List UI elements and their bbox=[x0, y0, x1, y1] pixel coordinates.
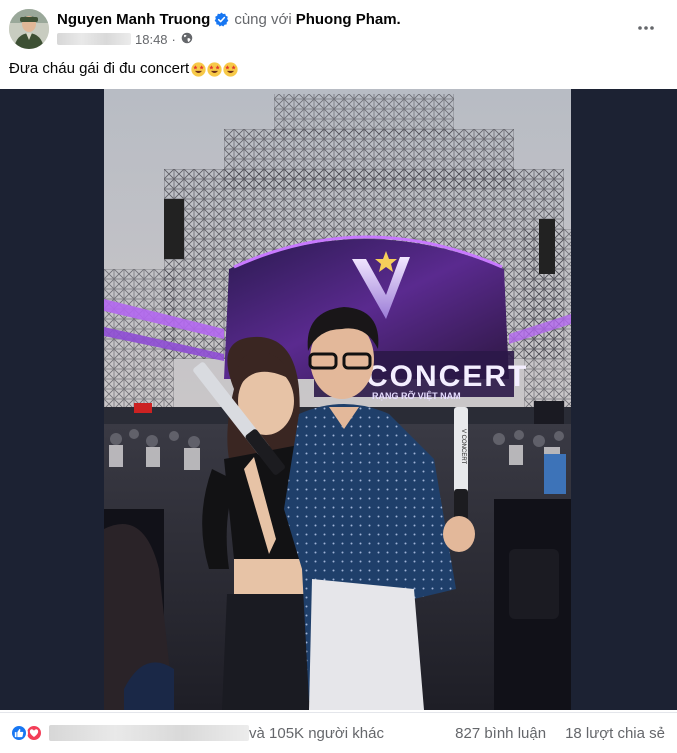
shares-count[interactable]: 18 lượt chia sẻ bbox=[565, 725, 665, 742]
comments-count[interactable]: 827 bình luận bbox=[455, 725, 546, 742]
with-text: cùng với bbox=[234, 10, 292, 28]
author-name[interactable]: Nguyen Manh Truong bbox=[57, 11, 210, 28]
like-reaction-icon bbox=[10, 724, 28, 742]
post-header: Nguyen Manh Truong cùng với Phuong Pham.… bbox=[0, 0, 677, 56]
more-dots-icon bbox=[638, 26, 654, 30]
caption-text: Đưa cháu gái đi đu concert bbox=[9, 60, 190, 77]
tagged-person-name[interactable]: Phuong Pham. bbox=[296, 11, 401, 28]
post-footer: và 105K người khác 827 bình luận 18 lượt… bbox=[0, 712, 677, 753]
star-struck-emoji-icon bbox=[207, 61, 222, 77]
concert-photo[interactable]: V CONCERT RẠNG RỠ VIỆT NAM bbox=[104, 89, 571, 710]
more-options-button[interactable] bbox=[635, 18, 657, 38]
author-avatar[interactable] bbox=[9, 9, 49, 49]
facebook-post: Nguyen Manh Truong cùng với Phuong Pham.… bbox=[0, 0, 677, 753]
blurred-date bbox=[57, 33, 131, 45]
post-media[interactable]: V CONCERT RẠNG RỠ VIỆT NAM bbox=[0, 89, 677, 710]
author-line: Nguyen Manh Truong cùng với Phuong Pham. bbox=[57, 10, 401, 28]
post-caption: Đưa cháu gái đi đu concert bbox=[9, 58, 238, 80]
meta-separator: · bbox=[171, 31, 176, 47]
stage-subtext: RẠNG RỠ VIỆT NAM bbox=[372, 390, 461, 401]
blurred-reactor-names bbox=[49, 725, 249, 741]
reaction-summary[interactable]: và 105K người khác bbox=[10, 724, 384, 742]
star-struck-emoji-icon bbox=[223, 61, 238, 77]
post-meta: 18:48 · bbox=[57, 31, 193, 47]
engagement-counts: 827 bình luận 18 lượt chia sẻ bbox=[455, 725, 665, 742]
post-time[interactable]: 18:48 bbox=[135, 32, 168, 47]
star-struck-emoji-icon bbox=[191, 61, 206, 77]
caption-emojis bbox=[190, 61, 238, 77]
lightstick-text: V CONCERT bbox=[460, 429, 466, 465]
reaction-count[interactable]: và 105K người khác bbox=[249, 725, 384, 742]
globe-icon bbox=[180, 32, 193, 47]
stage-concert-text: CONCERT bbox=[366, 360, 528, 393]
verified-badge-icon bbox=[214, 11, 229, 27]
